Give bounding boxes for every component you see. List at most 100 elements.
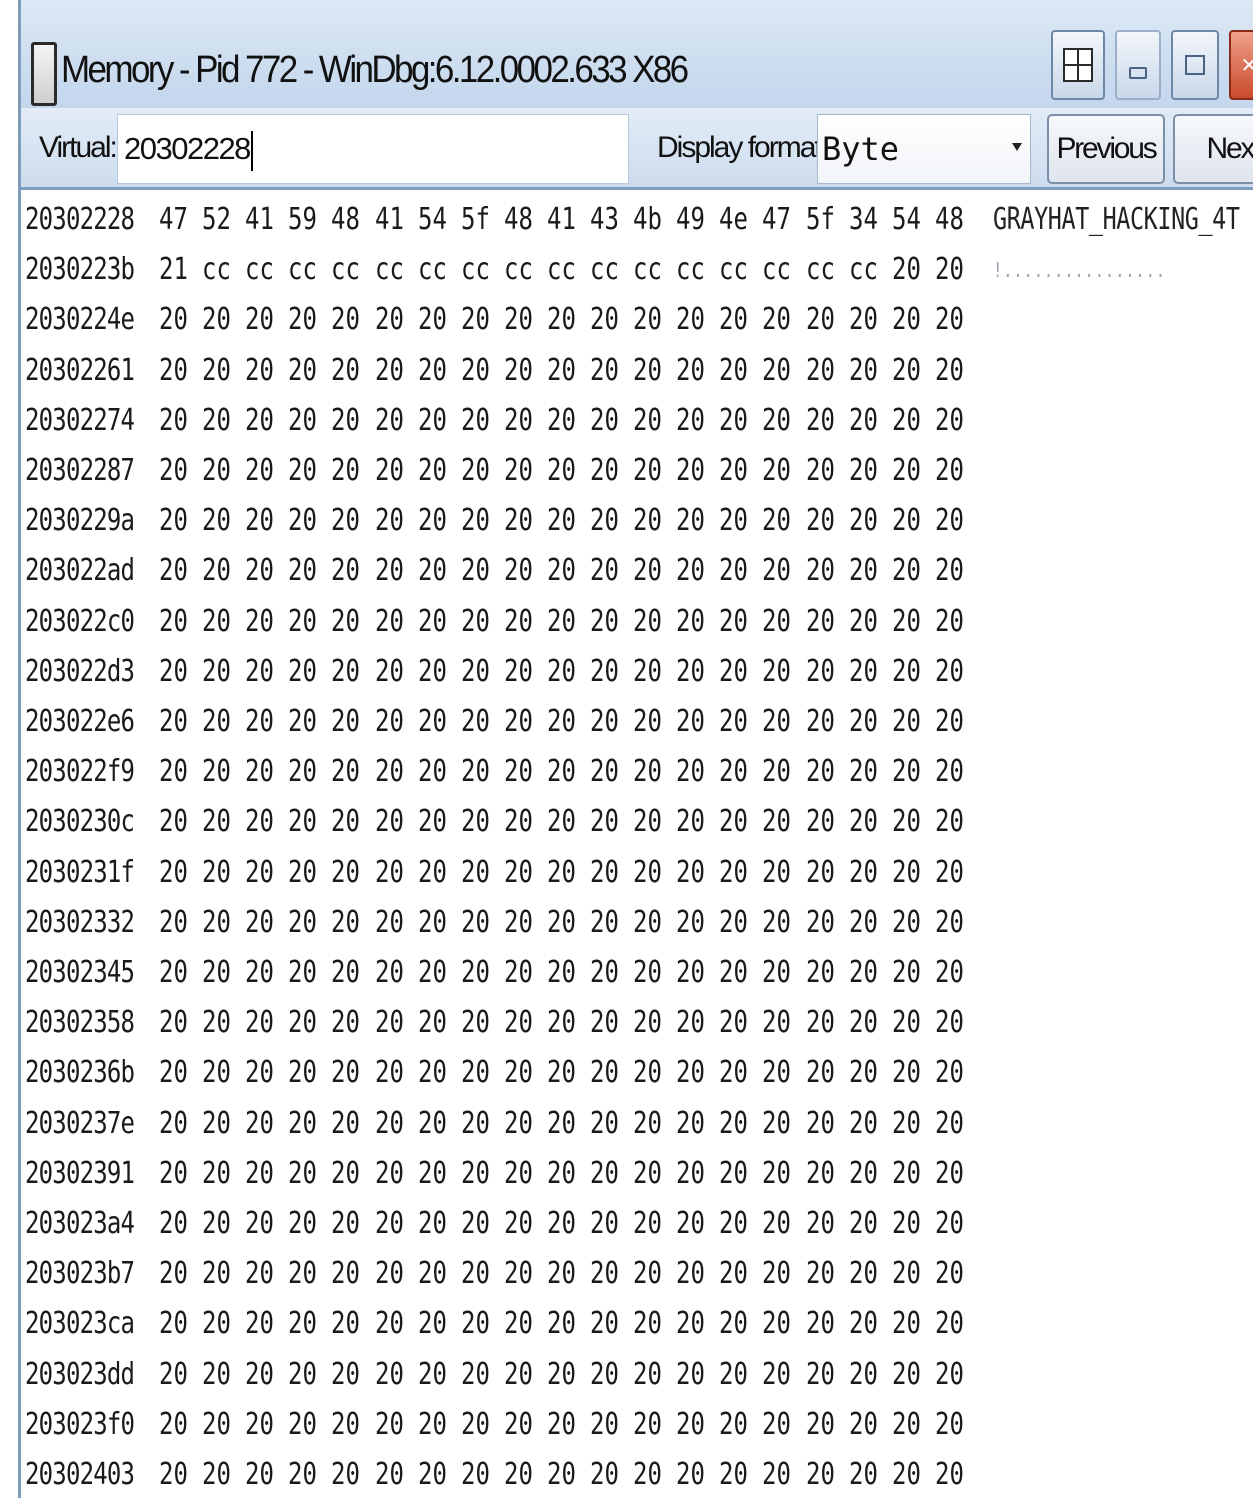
memory-byte: 20 [460, 854, 490, 890]
memory-byte: 20 [805, 352, 835, 388]
memory-byte: 20 [417, 352, 447, 388]
memory-byte: 20 [417, 1155, 447, 1191]
memory-byte: 20 [762, 1256, 792, 1292]
memory-byte: 20 [891, 1105, 921, 1141]
memory-byte: 20 [374, 503, 404, 539]
memory-byte: 20 [503, 1105, 533, 1141]
memory-byte: 20 [719, 352, 749, 388]
memory-byte: 20 [374, 653, 404, 689]
minimize-button[interactable] [1115, 30, 1161, 100]
grid-layout-icon [1063, 48, 1093, 82]
memory-byte: 20 [590, 1005, 619, 1041]
memory-byte: 20 [503, 352, 533, 388]
memory-byte: 20 [503, 804, 533, 840]
memory-byte: 20 [891, 302, 921, 338]
memory-row: 2030224e 20 20 20 20 20 20 20 20 20 20 20 20 20 20 20 20… [25, 298, 1253, 342]
memory-row: 20302358 20 20 20 20 20 20 20 20 20 20 20 20 20 20 20 20… [25, 1001, 1253, 1045]
memory-byte: 20 [460, 453, 490, 488]
memory-byte: 20 [374, 352, 404, 388]
memory-byte: 48 [503, 202, 533, 237]
memory-byte: 20 [934, 402, 964, 438]
memory-byte: 20 [159, 1457, 188, 1492]
layout-button[interactable] [1051, 30, 1105, 100]
text-caret [250, 130, 253, 171]
memory-byte: 20 [633, 1155, 662, 1191]
address-value: 20302228 [124, 131, 251, 166]
memory-byte: 20 [848, 854, 878, 890]
memory-byte: 20 [374, 402, 404, 438]
next-button[interactable]: Next [1173, 114, 1253, 184]
memory-byte: 20 [288, 1457, 318, 1492]
title-bar[interactable]: Memory - Pid 772 - WinDbg:6.12.0002.633 … [21, 0, 1253, 108]
memory-byte: 20 [503, 955, 533, 990]
memory-address: 2030224e [25, 302, 135, 338]
memory-byte: 20 [460, 653, 490, 689]
memory-byte: 20 [633, 1457, 662, 1492]
memory-view[interactable]: 20302228 47 52 41 59 48 41 54 5f 48 41 43 4b 49 4e 47 5f… [21, 190, 1253, 1498]
display-format-select[interactable]: Byte [817, 114, 1031, 184]
memory-byte: 20 [374, 704, 404, 739]
memory-byte: 20 [633, 1356, 662, 1392]
memory-byte: 20 [460, 1356, 490, 1392]
memory-byte: 20 [245, 1005, 275, 1041]
memory-byte: 20 [676, 1356, 706, 1392]
memory-byte: 20 [159, 1005, 188, 1041]
memory-byte: 20 [460, 1105, 490, 1141]
memory-byte: 20 [934, 553, 964, 589]
memory-byte: 20 [331, 453, 361, 488]
memory-byte: cc [633, 252, 662, 288]
memory-byte: 20 [633, 402, 662, 438]
memory-byte: 20 [503, 704, 533, 739]
memory-byte: 20 [719, 603, 749, 639]
memory-byte: 20 [288, 453, 318, 488]
memory-byte: 20 [805, 704, 835, 739]
memory-byte: 20 [159, 1206, 188, 1241]
memory-byte: 20 [719, 1155, 749, 1191]
memory-byte: 20 [503, 1155, 533, 1191]
close-icon: ✕ [1240, 53, 1253, 77]
memory-byte: 20 [417, 804, 447, 840]
memory-byte: 20 [202, 1406, 231, 1442]
memory-byte: 20 [374, 1256, 404, 1292]
memory-byte: 20 [719, 955, 749, 990]
memory-byte: 20 [288, 603, 318, 639]
memory-byte: 41 [245, 202, 275, 237]
memory-ascii: GRAYHAT_HACKING_4T [993, 202, 1240, 237]
memory-byte: 20 [460, 804, 490, 840]
memory-byte: 20 [331, 804, 361, 840]
memory-byte: 20 [460, 402, 490, 438]
memory-byte: 20 [460, 1457, 490, 1492]
memory-byte: 20 [546, 854, 576, 890]
memory-byte: 20 [331, 503, 361, 539]
memory-byte: 20 [546, 1005, 576, 1041]
memory-byte: 20 [633, 352, 662, 388]
memory-byte: 20 [331, 302, 361, 338]
memory-byte: 20 [719, 1356, 749, 1392]
address-input[interactable]: 20302228 [117, 114, 629, 184]
memory-byte: 20 [676, 402, 706, 438]
memory-byte: 20 [891, 1457, 921, 1492]
memory-byte: 20 [546, 1306, 576, 1342]
memory-byte: 20 [288, 352, 318, 388]
memory-byte: 20 [331, 704, 361, 739]
memory-byte: 20 [202, 453, 231, 488]
memory-address: 2030223b [25, 252, 135, 288]
memory-byte: 20 [460, 553, 490, 589]
memory-byte: 20 [848, 1406, 878, 1442]
memory-byte: cc [848, 252, 878, 288]
memory-byte: 20 [676, 1256, 706, 1292]
memory-row: 203023a4 20 20 20 20 20 20 20 20 20 20 20 20 20 20 20 20… [25, 1202, 1253, 1246]
memory-byte: 20 [331, 352, 361, 388]
memory-byte: 54 [891, 202, 921, 237]
maximize-button[interactable] [1171, 30, 1219, 100]
close-button[interactable]: ✕ [1229, 30, 1253, 100]
memory-byte: 20 [805, 553, 835, 589]
memory-byte: 20 [934, 1155, 964, 1191]
memory-byte: 20 [546, 603, 576, 639]
memory-byte: 20 [503, 1055, 533, 1091]
memory-byte: 20 [460, 955, 490, 990]
memory-byte: 20 [934, 804, 964, 840]
previous-button[interactable]: Previous [1047, 114, 1165, 184]
memory-byte: 20 [934, 1055, 964, 1091]
memory-byte: 20 [460, 1306, 490, 1342]
